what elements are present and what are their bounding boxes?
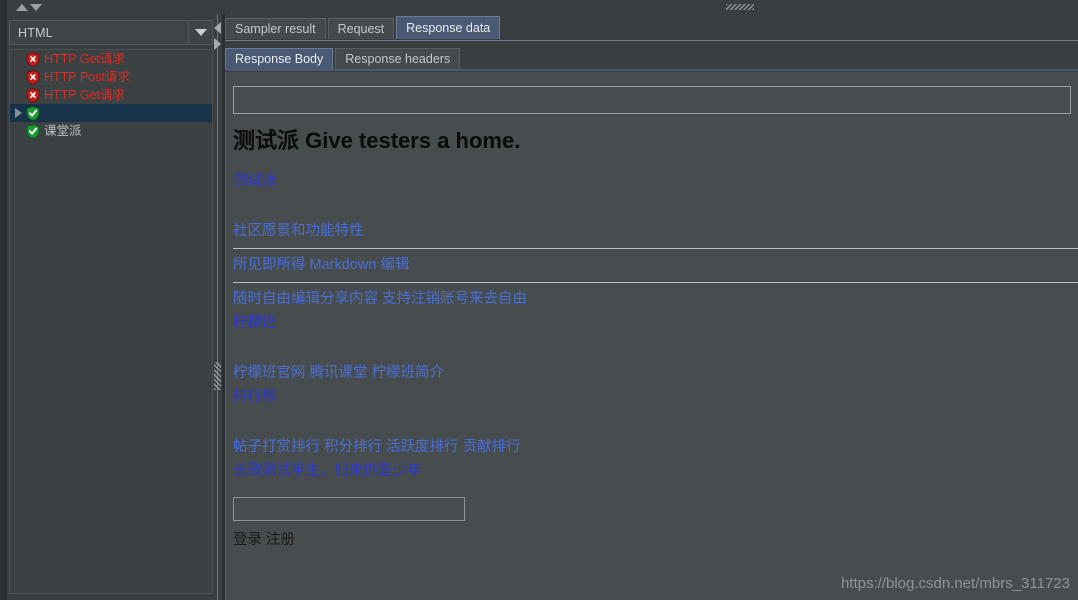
window-left-edge xyxy=(0,0,7,14)
success-shield-icon xyxy=(26,105,40,121)
subtab-label: Response headers xyxy=(345,52,451,66)
caret-right-icon xyxy=(14,108,22,118)
search-input[interactable] xyxy=(233,497,465,521)
subtab-underline xyxy=(225,69,1078,71)
panel-splitter[interactable] xyxy=(213,14,225,600)
line-slogan[interactable]: 长歌测试半生，归来仍是少年 xyxy=(233,459,1078,483)
link-ranking[interactable]: 排行榜 xyxy=(233,385,1078,409)
watermark-text: https://blog.csdn.net/mbrs_311723 xyxy=(840,575,1070,592)
render-format-value: HTML xyxy=(18,25,53,40)
scroll-arrows xyxy=(12,2,72,14)
result-tabs[interactable]: Sampler result Request Response data xyxy=(225,16,502,39)
subtab-0[interactable]: Response Body xyxy=(225,48,334,69)
tab-0[interactable]: Sampler result xyxy=(225,18,326,39)
tab-2[interactable]: Response data xyxy=(396,16,501,39)
results-tree[interactable]: HTTP Get请求 HTTP Post请求 HTTP Get请求 课堂派 xyxy=(9,49,213,594)
right-panel: Sampler result Request Response data Respo… xyxy=(225,14,1078,600)
chevron-down-icon xyxy=(194,29,207,36)
tree-item-label: HTTP Get请求 xyxy=(44,88,126,102)
error-shield-icon xyxy=(26,87,40,103)
combobox-arrow-button[interactable] xyxy=(188,21,212,44)
line-edit-share[interactable]: 随时自由编辑分享内容 支持注销账号来去自由 xyxy=(233,287,1078,311)
divider-bottom xyxy=(233,282,1078,283)
section-features-link[interactable]: 社区愿景和功能特性 xyxy=(233,219,1078,243)
rendered-html-document: 测试派 Give testers a home. 测试派 社区愿景和功能特性 所… xyxy=(233,126,1078,551)
splitter-grip-icon[interactable] xyxy=(214,362,221,390)
render-top-empty-box xyxy=(233,86,1071,114)
divider-top xyxy=(233,248,1078,249)
tab-label: Request xyxy=(337,22,385,36)
response-subtabs[interactable]: Response Body Response headers xyxy=(225,48,462,69)
window-top-strip xyxy=(0,0,1078,14)
left-panel: HTML HTTP Get请求 HTTP Post请求 HTTP Get请求 课堂派 xyxy=(0,4,222,600)
subtab-label: Response Body xyxy=(235,52,324,66)
left-panel-edge xyxy=(0,14,7,600)
tree-row[interactable]: HTTP Get请求 xyxy=(10,86,212,104)
tree-row[interactable] xyxy=(10,104,212,122)
success-shield-icon xyxy=(26,123,40,139)
tab-label: Response data xyxy=(406,21,491,35)
response-body-render-area: 测试派 Give testers a home. 测试派 社区愿景和功能特性 所… xyxy=(225,72,1078,600)
render-format-combobox[interactable]: HTML xyxy=(9,20,213,45)
panel-drag-handle-icon[interactable] xyxy=(726,4,754,10)
jmeter-view-results-tree-window: HTML HTTP Get请求 HTTP Post请求 HTTP Get请求 课堂派 … xyxy=(0,0,1078,600)
line-lemon-links[interactable]: 柠檬班官网 腾讯课堂 柠檬班简介 xyxy=(233,361,1078,385)
caret-left-icon[interactable] xyxy=(214,22,221,34)
tree-item-label: 课堂派 xyxy=(44,124,82,138)
tree-row[interactable]: HTTP Get请求 xyxy=(10,50,212,68)
error-shield-icon xyxy=(26,51,40,67)
page-title: 测试派 Give testers a home. xyxy=(233,128,521,153)
tree-item-label: HTTP Get请求 xyxy=(44,52,126,66)
line-ranking-links[interactable]: 帖子打赏排行 积分排行 活跃度排行 贡献排行 xyxy=(233,435,1078,459)
section-markdown-link[interactable]: 所见即所得 Markdown 编辑 xyxy=(233,253,1078,277)
splitter-line xyxy=(217,14,218,600)
subtab-1[interactable]: Response headers xyxy=(335,48,461,69)
arrow-up-icon[interactable] xyxy=(16,4,28,11)
footer-auth-links[interactable]: 登录 注册 xyxy=(233,529,1078,551)
tree-row[interactable]: HTTP Post请求 xyxy=(10,68,212,86)
link-lemon[interactable]: 柠檬班 xyxy=(233,311,1078,335)
arrow-down-icon[interactable] xyxy=(30,4,42,11)
tab-1[interactable]: Request xyxy=(327,18,395,39)
tree-row[interactable]: 课堂派 xyxy=(10,122,212,140)
tab-underline xyxy=(225,40,1078,41)
tree-item-label: HTTP Post请求 xyxy=(44,70,130,84)
link-site[interactable]: 测试派 xyxy=(233,169,1078,193)
tab-label: Sampler result xyxy=(235,22,316,36)
caret-right-icon[interactable] xyxy=(214,38,221,50)
expander-triangle-icon[interactable] xyxy=(10,108,26,118)
error-shield-icon xyxy=(26,69,40,85)
